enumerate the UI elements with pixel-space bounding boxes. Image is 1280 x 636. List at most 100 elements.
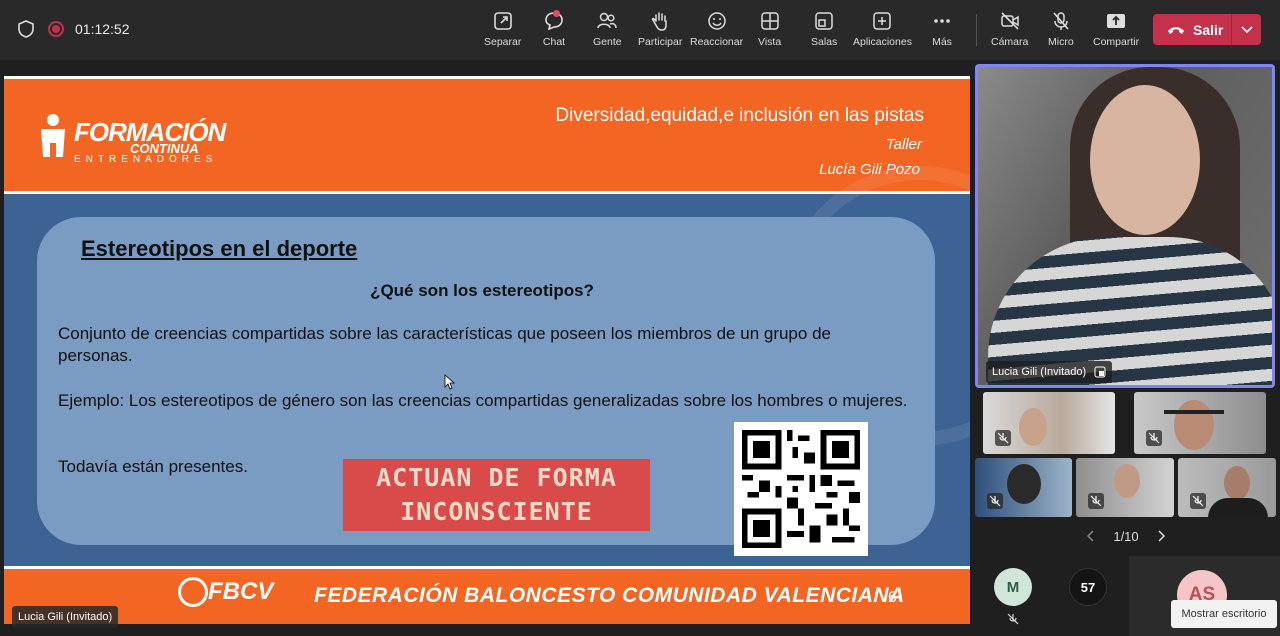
pop-out-icon — [493, 12, 512, 30]
leave-options-button[interactable] — [1231, 14, 1261, 45]
micro-label: Micro — [1048, 36, 1074, 48]
compartir-label: Compartir — [1093, 36, 1140, 48]
speaker-name: Lucia Gili (Invitado) — [992, 366, 1087, 378]
participant-face — [1114, 464, 1140, 498]
participar-button[interactable]: Participar — [638, 10, 682, 52]
leave-label: Salir — [1193, 21, 1224, 38]
separar-label: Separar — [484, 36, 522, 48]
reaccionar-button[interactable]: Reaccionar — [690, 10, 743, 52]
mas-button[interactable]: Más — [931, 10, 953, 52]
slide-header: FORMACIÓN CONTINUA ENTRENADORES Diversid… — [4, 76, 970, 194]
highlight-line-2: INCONSCIENTE — [400, 497, 593, 526]
gallery-page-indicator: 1/10 — [1113, 528, 1139, 544]
raise-hand-icon — [652, 12, 667, 31]
content-paragraph-definition: Conjunto de creencias compartidas sobre … — [58, 324, 831, 365]
participant-face — [1019, 408, 1047, 446]
grid-view-icon — [760, 12, 779, 30]
aplicaciones-label: Aplicaciones — [853, 36, 912, 48]
gente-button[interactable]: Gente — [593, 10, 622, 52]
show-desktop-tooltip: Mostrar escritorio — [1171, 600, 1277, 628]
mic-off-icon — [1053, 12, 1069, 30]
content-paragraph-present: Todavía están presentes. — [58, 457, 248, 476]
compartir-button[interactable]: Compartir — [1093, 10, 1139, 52]
presentation-slide: FORMACIÓN CONTINUA ENTRENADORES Diversid… — [4, 76, 970, 624]
qr-code-icon — [742, 430, 860, 548]
participant-glasses — [1164, 410, 1224, 414]
speaker-name-tag: Lucia Gili (Invitado) — [986, 361, 1113, 383]
chat-button[interactable]: Chat — [540, 10, 568, 52]
leave-main[interactable]: Salir — [1153, 14, 1231, 45]
camera-label: Cámara — [991, 36, 1029, 48]
meeting-toolbar: 01:12:52 Separar Chat Gente Participar R… — [0, 0, 1280, 60]
participar-label: Participar — [638, 36, 683, 48]
gallery-pager: 1/10 — [1086, 526, 1166, 546]
highlight-box: ACTUAN DE FORMA INCONSCIENTE — [343, 459, 650, 531]
leave-button[interactable]: Salir — [1153, 14, 1261, 45]
participant-hair — [1007, 464, 1041, 504]
mas-label: Más — [932, 36, 952, 48]
smiley-icon — [707, 12, 726, 30]
participant-tile[interactable] — [975, 458, 1072, 517]
participant-face — [1174, 400, 1214, 450]
highlight-line-1: ACTUAN DE FORMA — [376, 463, 617, 492]
mouse-cursor-icon — [444, 374, 456, 390]
speaker-face — [1090, 85, 1200, 235]
content-heading: Estereotipos en el deporte — [81, 236, 358, 261]
chevron-right-icon[interactable] — [1158, 530, 1166, 542]
participant-tile[interactable] — [983, 392, 1115, 454]
coach-figure-icon — [41, 114, 65, 157]
hang-up-icon — [1168, 26, 1184, 34]
slide-page-number: 6 — [888, 589, 897, 606]
content-paragraph-example: Ejemplo: Los estereotipos de género son … — [58, 391, 908, 410]
mic-muted-icon — [1007, 613, 1019, 625]
camera-button[interactable]: Cámara — [991, 10, 1028, 52]
camera-off-icon — [1000, 12, 1019, 30]
chat-notification-dot — [553, 10, 560, 17]
footer-federation: FEDERACIÓN BALONCESTO COMUNIDAD VALENCIA… — [314, 584, 905, 607]
mic-muted-icon — [1190, 493, 1206, 509]
pin-icon[interactable] — [1094, 366, 1106, 378]
qr-code — [734, 422, 868, 556]
plus-icon — [873, 12, 892, 30]
salas-button[interactable]: Salas — [811, 10, 837, 52]
overflow-participants-count[interactable]: 57 — [1069, 568, 1107, 606]
vista-button[interactable]: Vista — [758, 10, 781, 52]
share-icon — [1107, 14, 1126, 28]
chevron-left-icon[interactable] — [1086, 530, 1094, 542]
chevron-down-icon — [1240, 25, 1253, 33]
recording-icon — [48, 21, 64, 37]
presenter-name-tag: Lucia Gili (Invitado) — [12, 606, 119, 628]
fbcv-basketball-icon — [178, 577, 208, 607]
footer-logo: FBCV — [208, 578, 274, 605]
chat-label: Chat — [542, 36, 566, 48]
logo-entrenadores: ENTRENADORES — [74, 154, 218, 165]
reaccionar-label: Reaccionar — [690, 36, 744, 48]
meeting-timer: 01:12:52 — [75, 21, 130, 37]
participant-tile[interactable] — [1076, 458, 1174, 517]
mic-muted-icon — [987, 493, 1003, 509]
slide-footer: FBCV FEDERACIÓN BALONCESTO COMUNIDAD VAL… — [4, 566, 970, 624]
more-icon — [934, 19, 950, 23]
participant-face — [1224, 466, 1250, 500]
slide-title: Diversidad,equidad,e inclusión en las pi… — [555, 105, 924, 126]
micro-button[interactable]: Micro — [1048, 10, 1074, 52]
mic-muted-icon — [995, 430, 1011, 446]
aplicaciones-button[interactable]: Aplicaciones — [853, 10, 912, 52]
separar-button[interactable]: Separar — [484, 10, 521, 52]
gente-label: Gente — [593, 36, 622, 48]
people-icon — [597, 12, 618, 29]
avatar-m[interactable]: M — [994, 568, 1032, 606]
participant-tile[interactable] — [1134, 392, 1266, 454]
mic-muted-icon — [1088, 493, 1104, 509]
salas-label: Salas — [811, 36, 838, 48]
vista-label: Vista — [758, 36, 782, 48]
slide-subtitle: Taller — [885, 136, 922, 153]
speaker-video[interactable]: Lucia Gili (Invitado) — [975, 64, 1275, 388]
participant-shirt — [1208, 498, 1268, 517]
toolbar-divider — [976, 14, 977, 46]
content-question: ¿Qué son los estereotipos? — [370, 281, 594, 300]
mic-muted-icon — [1146, 430, 1162, 446]
shield-icon[interactable] — [18, 20, 34, 38]
rooms-icon — [815, 12, 833, 30]
participant-tile[interactable] — [1178, 458, 1276, 517]
